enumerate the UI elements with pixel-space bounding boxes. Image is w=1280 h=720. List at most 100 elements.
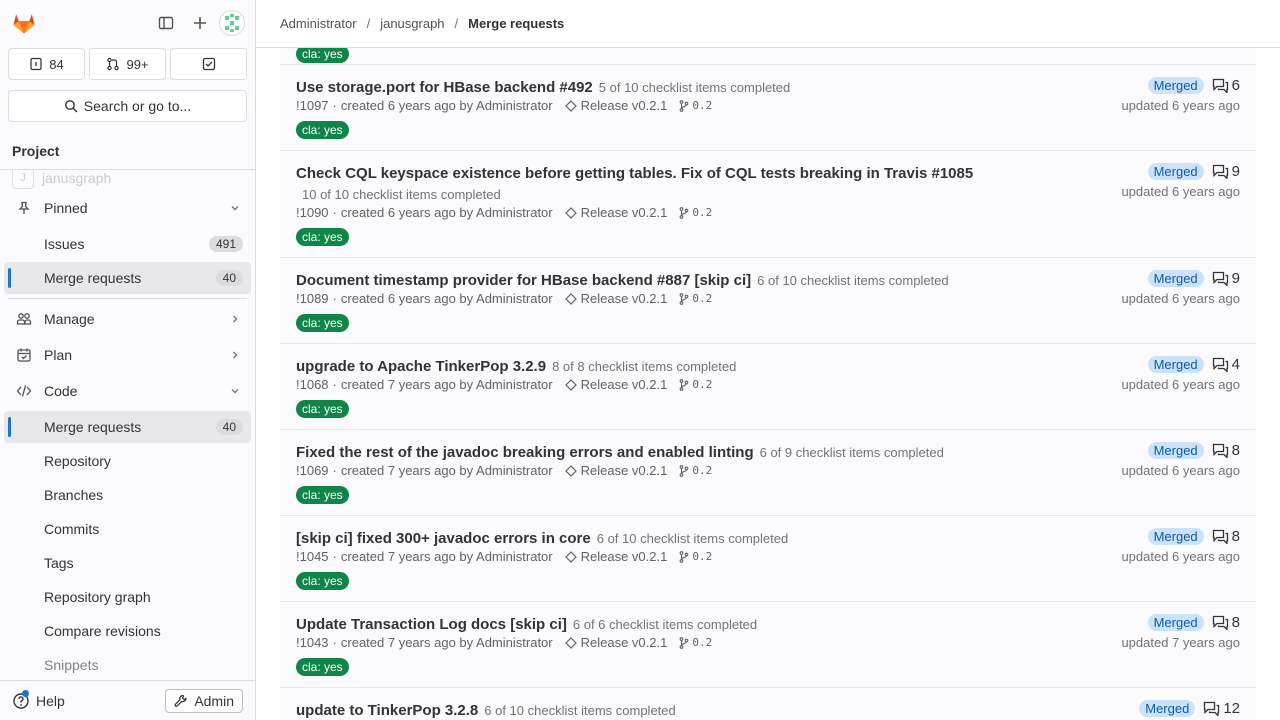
checklist-status: 10 of 10 checklist items completed [302,187,501,202]
mr-meta: !1068 · created 7 years ago by Administrat… [296,377,713,392]
list-item[interactable]: Update Transaction Log docs [skip ci] 6 o… [280,602,1256,688]
comments-count[interactable]: 9 [1212,163,1240,180]
mr-title[interactable]: [skip ci] fixed 300+ javadoc errors in c… [296,530,591,547]
comments-count[interactable]: 6 [1212,77,1240,94]
mr-meta: !1045 · created 7 years ago by Administrat… [296,549,713,564]
list-item[interactable]: cla: yes [280,48,1256,65]
comments-count[interactable]: 8 [1212,528,1240,545]
code-icon [16,383,32,399]
target-branch[interactable]: 0.2 [679,636,712,649]
notification-dot [22,689,29,697]
sidebar-item-manage[interactable]: Manage [4,303,251,335]
mr-meta: !1089 · created 6 years ago by Administrat… [296,291,713,306]
target-branch[interactable]: 0.2 [679,99,712,112]
target-branch[interactable]: 0.2 [679,292,712,305]
sidebar-item-pinned-merge-requests[interactable]: Merge requests 40 [4,262,251,294]
mr-title[interactable]: Update Transaction Log docs [skip ci] [296,616,567,633]
wrench-icon [174,694,187,707]
branch-icon [680,636,689,649]
avatar[interactable] [219,10,245,36]
pinned-section[interactable]: Pinned [4,192,251,224]
project-item[interactable]: J janusgraph [12,170,111,189]
sidebar-item-branches[interactable]: Branches [4,479,251,511]
comments-count[interactable]: 12 [1203,700,1240,717]
chevron-right-icon [229,313,241,325]
target-branch[interactable]: 0.2 [679,378,712,391]
label-badge[interactable]: cla: yes [296,572,349,590]
sidebar-item-repository[interactable]: Repository [4,445,251,477]
breadcrumb-item[interactable]: Administrator [280,16,357,31]
breadcrumb-item[interactable]: janusgraph [380,16,444,31]
list-item[interactable]: update to TinkerPop 3.2.8 6 of 10 checkli… [280,688,1256,720]
mr-title[interactable]: update to TinkerPop 3.2.8 [296,702,478,719]
sidebar-item-tags[interactable]: Tags [4,547,251,579]
sidebar-item-snippets[interactable]: Snippets [4,649,251,681]
milestone[interactable]: Release v0.2.1 [564,377,667,392]
chevron-down-icon [229,202,241,214]
gitlab-logo-icon[interactable] [10,9,38,37]
comments-count[interactable]: 9 [1212,270,1240,287]
search-icon [64,100,78,113]
comments-icon [1212,443,1228,458]
milestone-icon [564,99,577,112]
list-item[interactable]: Document timestamp provider for HBase ba… [280,258,1256,344]
sidebar-item-plan[interactable]: Plan [4,339,251,371]
list-item[interactable]: [skip ci] fixed 300+ javadoc errors in c… [280,516,1256,602]
target-branch[interactable]: 0.2 [679,464,712,477]
mr-title[interactable]: upgrade to Apache TinkerPop 3.2.9 [296,358,546,375]
mr-title[interactable]: Check CQL keyspace existence before gett… [296,165,973,182]
list-item[interactable]: Fixed the rest of the javadoc breaking e… [280,430,1256,516]
branch-icon [680,550,689,563]
list-item[interactable]: upgrade to Apache TinkerPop 3.2.9 8 of 8 … [280,344,1256,430]
mr-meta: !1090 · created 6 years ago by Administrat… [296,205,713,220]
milestone[interactable]: Release v0.2.1 [564,98,667,113]
label-badge[interactable]: cla: yes [296,48,349,63]
label-badge[interactable]: cla: yes [296,400,349,418]
mr-title[interactable]: Fixed the rest of the javadoc breaking e… [296,444,754,461]
list-item[interactable]: Use storage.port for HBase backend #492 5… [280,65,1256,151]
milestone[interactable]: Release v0.2.1 [564,205,667,220]
milestone[interactable]: Release v0.2.1 [564,635,667,650]
label-badge[interactable]: cla: yes [296,486,349,504]
comments-count[interactable]: 8 [1212,614,1240,631]
issues-count-badge: 491 [208,236,243,252]
merge-request-icon [107,57,120,71]
mr-title[interactable]: Use storage.port for HBase backend #492 [296,79,593,96]
status-badge: Merged [1147,442,1204,459]
comments-count[interactable]: 4 [1212,356,1240,373]
label-badge[interactable]: cla: yes [296,228,349,246]
toggle-sidebar-icon[interactable] [151,8,181,38]
assigned-issues-button[interactable]: 84 [8,48,85,80]
plus-icon[interactable] [185,8,215,38]
search-button[interactable]: Search or go to... [8,90,247,122]
sidebar-item-compare-revisions[interactable]: Compare revisions [4,615,251,647]
mr-meta: !1097 · created 6 years ago by Administrat… [296,98,713,113]
sidebar-item-commits[interactable]: Commits [4,513,251,545]
sidebar-item-merge-requests[interactable]: Merge requests 40 [4,411,251,443]
milestone[interactable]: Release v0.2.1 [564,463,667,478]
mr-status: Merged 9 updated 6 years ago [1121,163,1240,199]
sidebar-item-code[interactable]: Code [4,375,251,407]
label-badge[interactable]: cla: yes [296,314,349,332]
admin-button[interactable]: Admin [165,688,243,713]
target-branch[interactable]: 0.2 [679,206,712,219]
help-button[interactable]: Help [12,689,65,710]
branch-icon [680,206,689,219]
milestone-icon [564,636,577,649]
sidebar-item-repository-graph[interactable]: Repository graph [4,581,251,613]
checklist-status: 6 of 9 checklist items completed [759,445,944,460]
label-badge[interactable]: cla: yes [296,121,349,139]
list-item[interactable]: Check CQL keyspace existence before gett… [280,151,1256,258]
label-badge[interactable]: cla: yes [296,658,349,676]
comments-count[interactable]: 8 [1212,442,1240,459]
sidebar-item-issues[interactable]: Issues 491 [4,228,251,260]
branch-icon [680,99,689,112]
chevron-down-icon [229,385,241,397]
todo-button[interactable] [170,48,247,80]
mr-title[interactable]: Document timestamp provider for HBase ba… [296,272,751,289]
merge-requests-button[interactable]: 99+ [89,48,166,80]
milestone[interactable]: Release v0.2.1 [564,549,667,564]
target-branch[interactable]: 0.2 [679,550,712,563]
milestone[interactable]: Release v0.2.1 [564,291,667,306]
breadcrumb-current[interactable]: Merge requests [468,16,564,31]
